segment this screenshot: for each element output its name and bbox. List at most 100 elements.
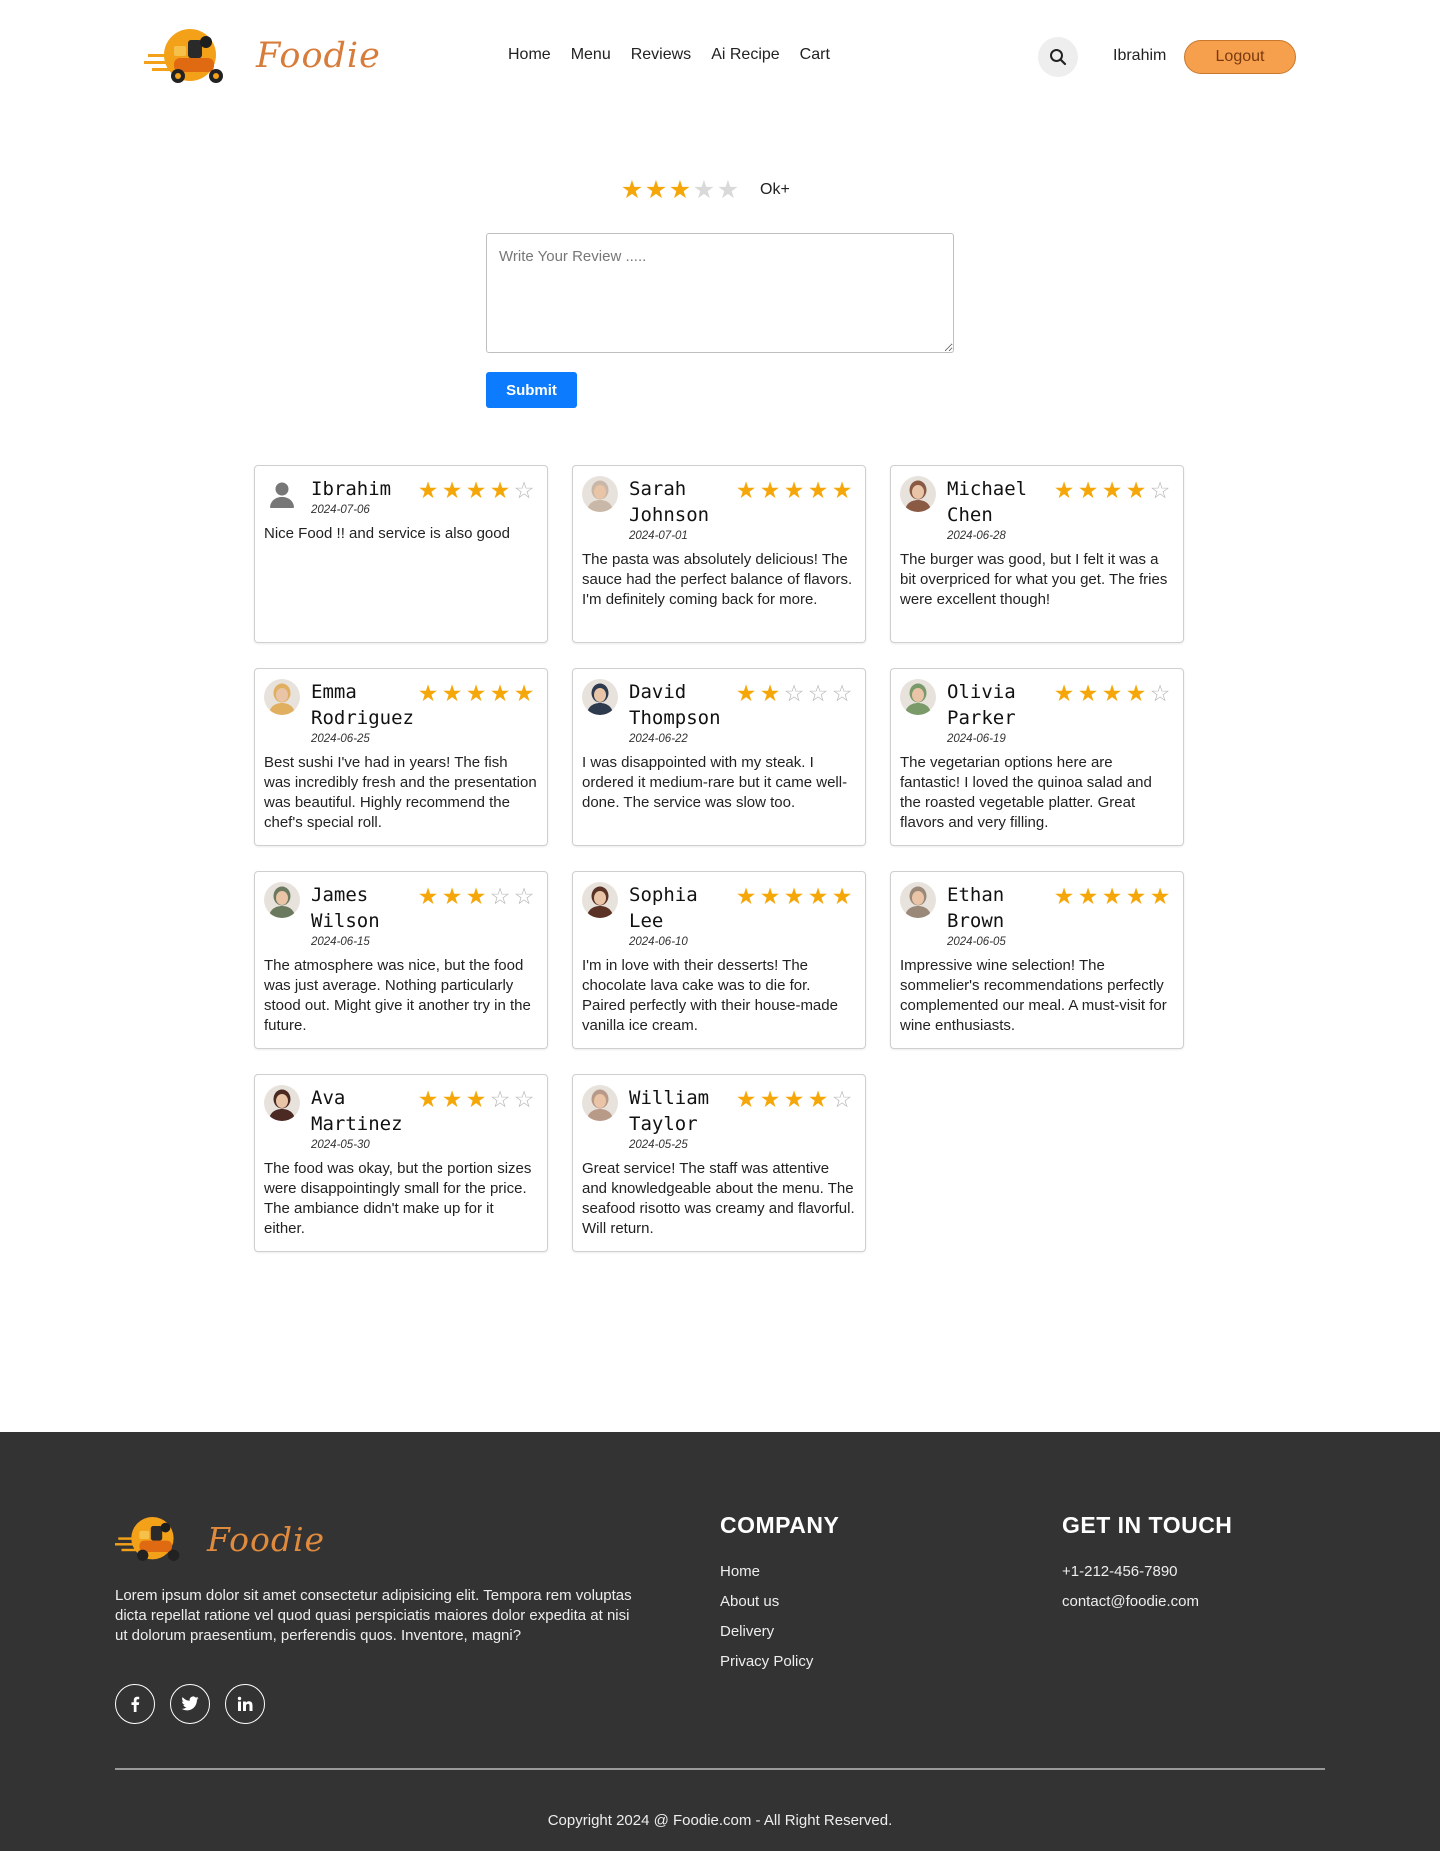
star-filled-icon: ★ xyxy=(417,1086,439,1112)
brand-logo[interactable]: Foodie xyxy=(144,28,381,84)
avatar xyxy=(900,679,936,715)
rating-star-4-icon[interactable]: ★ xyxy=(692,176,716,204)
footer-logo[interactable]: Foodie xyxy=(115,1516,325,1562)
star-filled-icon: ★ xyxy=(1053,680,1075,706)
review-text: Great service! The staff was attentive a… xyxy=(582,1160,855,1237)
rating-star-2-icon[interactable]: ★ xyxy=(644,176,668,204)
review-card: Sarah Johnson 2024-07-01 ★ ★ ★ ★ ★ The pasta wa… xyxy=(572,465,866,643)
avatar xyxy=(900,882,936,918)
review-card: Emma Rodriguez 2024-06-25 ★ ★ ★ ★ ★ Best sushi … xyxy=(254,668,548,846)
rating-star-3-icon[interactable]: ★ xyxy=(668,176,692,204)
star-filled-icon: ★ xyxy=(417,477,439,503)
avatar xyxy=(900,476,936,512)
star-rating: ★ ★ ★ ★ ★ xyxy=(416,681,536,705)
delivery-scooter-logo-icon xyxy=(144,29,223,83)
twitter-icon[interactable] xyxy=(170,1684,210,1724)
star-filled-icon: ★ xyxy=(735,1086,757,1112)
reviewer-info: Sophia Lee 2024-06-10 xyxy=(629,882,739,948)
reviewer-info: Olivia Parker 2024-06-19 xyxy=(947,679,1057,745)
footer-link-about[interactable]: About us xyxy=(720,1592,813,1612)
avatar xyxy=(582,679,618,715)
current-user-name: Ibrahim xyxy=(1113,47,1167,64)
review-text: Best sushi I've had in years! The fish w… xyxy=(264,754,537,831)
review-text: I'm in love with their desserts! The cho… xyxy=(582,957,838,1034)
review-card: Ethan Brown 2024-06-05 ★ ★ ★ ★ ★ Impressive win… xyxy=(890,871,1184,1049)
star-empty-icon: ☆ xyxy=(513,883,535,909)
avatar xyxy=(582,1085,618,1121)
review-card: James Wilson 2024-06-15 ★ ★ ★ ☆ ☆ The atmospher… xyxy=(254,871,548,1049)
nav-reviews[interactable]: Reviews xyxy=(631,46,691,64)
star-filled-icon: ★ xyxy=(1101,477,1123,503)
linkedin-icon[interactable] xyxy=(225,1684,265,1724)
review-card: Ava Martinez 2024-05-30 ★ ★ ★ ☆ ☆ The food was … xyxy=(254,1074,548,1252)
rating-label: Ok+ xyxy=(760,181,790,198)
user-photo-icon xyxy=(582,679,618,715)
star-filled-icon: ★ xyxy=(759,883,781,909)
copyright-text: Copyright 2024 @ Foodie.com - All Right … xyxy=(547,1812,893,1829)
contact-phone[interactable]: +1-212-456-7890 xyxy=(1062,1562,1199,1582)
star-rating: ★ ★ ★ ☆ ☆ xyxy=(416,884,536,908)
star-filled-icon: ★ xyxy=(441,883,463,909)
reviewer-name: Michael Chen xyxy=(947,478,1028,526)
star-filled-icon: ★ xyxy=(1149,883,1171,909)
footer-link-privacy[interactable]: Privacy Policy xyxy=(720,1652,813,1672)
star-filled-icon: ★ xyxy=(783,883,805,909)
reviewer-info: Ibrahim 2024-07-06 xyxy=(311,476,421,516)
user-photo-icon xyxy=(582,1085,618,1121)
reviewer-name: Ibrahim xyxy=(311,478,392,500)
star-filled-icon: ★ xyxy=(1125,477,1147,503)
star-empty-icon: ☆ xyxy=(513,477,535,503)
reviewer-info: David Thompson 2024-06-22 xyxy=(629,679,739,745)
reviews-grid: Ibrahim 2024-07-06 ★ ★ ★ ★ ☆ Nice Food !! and s… xyxy=(254,465,1186,1252)
rating-star-1-icon[interactable]: ★ xyxy=(620,176,644,204)
star-filled-icon: ★ xyxy=(465,477,487,503)
star-filled-icon: ★ xyxy=(783,1086,805,1112)
review-card: Olivia Parker 2024-06-19 ★ ★ ★ ★ ☆ The vegetari… xyxy=(890,668,1184,846)
star-empty-icon: ☆ xyxy=(1149,680,1171,706)
footer-brand-name: Foodie xyxy=(207,1519,326,1559)
contact-email[interactable]: contact@foodie.com xyxy=(1062,1592,1199,1612)
user-photo-icon xyxy=(900,882,936,918)
reviewer-name: Olivia Parker xyxy=(947,681,1016,729)
star-rating: ★ ★ ★ ★ ☆ xyxy=(416,478,536,502)
search-button[interactable] xyxy=(1038,37,1078,77)
footer-description: Lorem ipsum dolor sit amet consectetur a… xyxy=(115,1587,632,1644)
rating-star-5-icon[interactable]: ★ xyxy=(716,176,740,204)
footer-link-delivery[interactable]: Delivery xyxy=(720,1622,813,1642)
logout-button[interactable]: Logout xyxy=(1184,40,1296,74)
submit-review-button[interactable]: Submit xyxy=(486,372,577,408)
user-photo-icon xyxy=(264,882,300,918)
review-header: James Wilson 2024-06-15 ★ ★ ★ ☆ ☆ xyxy=(264,882,538,948)
star-filled-icon: ★ xyxy=(465,883,487,909)
avatar xyxy=(264,1085,300,1121)
facebook-icon[interactable] xyxy=(115,1684,155,1724)
star-filled-icon: ★ xyxy=(441,1086,463,1112)
main-nav: Home Menu Reviews Ai Recipe Cart xyxy=(508,46,830,64)
star-filled-icon: ★ xyxy=(1053,883,1075,909)
star-filled-icon: ★ xyxy=(1077,477,1099,503)
star-filled-icon: ★ xyxy=(441,477,463,503)
review-header: Olivia Parker 2024-06-19 ★ ★ ★ ★ ☆ xyxy=(900,679,1174,745)
reviewer-info: James Wilson 2024-06-15 xyxy=(311,882,421,948)
star-filled-icon: ★ xyxy=(489,680,511,706)
footer-link-home[interactable]: Home xyxy=(720,1562,813,1582)
review-card: Ibrahim 2024-07-06 ★ ★ ★ ★ ☆ Nice Food !! and s… xyxy=(254,465,548,643)
contact-info: +1-212-456-7890 contact@foodie.com xyxy=(1062,1562,1199,1612)
user-photo-icon xyxy=(582,476,618,512)
nav-cart[interactable]: Cart xyxy=(800,46,830,64)
site-footer: Foodie Lorem ipsum dolor sit amet consec… xyxy=(0,1432,1440,1851)
review-textarea[interactable] xyxy=(486,233,954,353)
star-filled-icon: ★ xyxy=(1077,883,1099,909)
star-empty-icon: ☆ xyxy=(489,883,511,909)
review-text: The burger was good, but I felt it was a… xyxy=(900,551,1168,608)
nav-home[interactable]: Home xyxy=(508,46,551,64)
star-rating: ★ ★ ☆ ☆ ☆ xyxy=(734,681,854,705)
star-filled-icon: ★ xyxy=(1101,883,1123,909)
star-filled-icon: ★ xyxy=(759,680,781,706)
review-card: David Thompson 2024-06-22 ★ ★ ☆ ☆ ☆ I was disap… xyxy=(572,668,866,846)
nav-ai-recipe[interactable]: Ai Recipe xyxy=(711,46,779,64)
avatar xyxy=(264,882,300,918)
review-date: 2024-07-01 xyxy=(629,530,688,542)
nav-menu[interactable]: Menu xyxy=(571,46,611,64)
review-date: 2024-05-30 xyxy=(311,1139,370,1151)
